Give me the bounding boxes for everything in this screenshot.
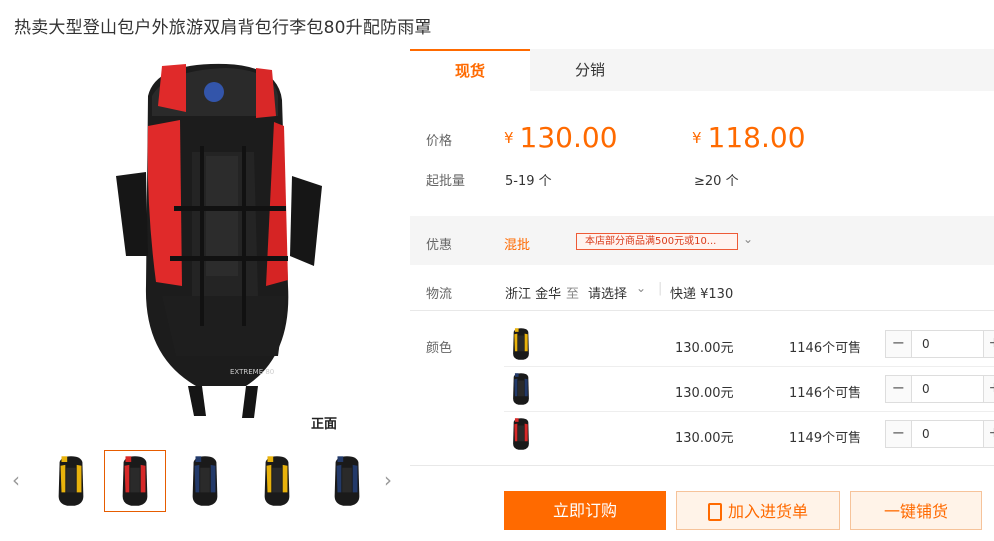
tab-spot[interactable]: 现货 [410,49,530,91]
backpack-illustration: EXTREME 80 [116,63,322,418]
shipping-fee: 快递 ¥130 [670,287,734,302]
plus-button[interactable]: + [983,421,994,447]
chevron-right-icon[interactable]: › [384,468,392,492]
price-value: 130.00 [519,121,618,154]
promo-tag[interactable]: 本店部分商品满500元或10... [576,233,738,250]
currency-symbol: ¥ [504,129,514,147]
sku-thumbnail[interactable] [508,417,534,451]
price-tier-1: ¥130.00 [504,121,618,154]
minus-button[interactable]: − [886,331,912,357]
chevron-down-icon[interactable]: ⌄ [743,232,753,246]
chevron-left-icon[interactable]: ‹ [12,468,20,492]
thumbnail-strip: ‹ › [10,448,402,514]
quantity-input[interactable] [913,421,983,447]
quantity-input[interactable] [913,376,983,402]
logistics-to: 至 [566,287,580,302]
product-title: 热卖大型登山包户外旅游双肩背包行李包80升配防雨罩 [14,18,432,38]
divider [504,411,994,412]
currency-symbol: ¥ [692,129,702,147]
divider [504,366,994,367]
tab-distribution[interactable]: 分销 [530,49,650,91]
thumbnail-navy[interactable] [174,450,236,512]
qty-tier-1: 5-19 个 [505,174,552,189]
divider [410,310,994,311]
image-caption: 正面 [311,417,338,432]
price-value: 118.00 [707,121,806,154]
plus-button[interactable]: + [983,331,994,357]
price-label: 价格 [426,134,453,149]
svg-text:EXTREME 80: EXTREME 80 [230,368,274,376]
price-tier-2: ¥118.00 [692,121,806,154]
sku-price: 130.00元 [675,386,734,401]
sku-thumbnail[interactable] [508,327,534,361]
sku-price: 130.00元 [675,341,734,356]
thumbnail-yellow[interactable] [246,450,308,512]
add-to-cart-button[interactable]: 加入进货单 [676,491,840,530]
sku-stock: 1149个可售 [789,431,862,446]
color-label: 颜色 [426,341,453,356]
logistics-origin: 浙江 金华 [505,287,562,302]
quantity-stepper: −+ [885,375,994,403]
sku-stock: 1146个可售 [789,341,862,356]
promo-label: 优惠 [426,238,453,253]
tab-bar: 现货 分销 [410,49,994,91]
add-to-cart-label: 加入进货单 [727,502,808,521]
thumbnail-navy[interactable] [316,450,378,512]
min-qty-label: 起批量 [426,174,466,189]
destination-select[interactable]: 请选择 [588,283,627,302]
chevron-down-icon[interactable]: ⌄ [636,281,646,295]
thumbnail-red[interactable] [104,450,166,512]
minus-button[interactable]: − [886,421,912,447]
quantity-stepper: −+ [885,330,994,358]
clipboard-icon [707,503,722,521]
plus-button[interactable]: + [983,376,994,402]
logistics-label: 物流 [426,287,453,302]
main-product-image[interactable]: EXTREME 80 [96,56,356,436]
sku-stock: 1146个可售 [789,386,862,401]
quantity-stepper: −+ [885,420,994,448]
divider [410,465,994,466]
thumbnail-yellow[interactable] [40,450,102,512]
minus-button[interactable]: − [886,376,912,402]
sku-thumbnail[interactable] [508,372,534,406]
qty-tier-2: ≥20 个 [694,174,739,189]
divider: | [658,281,663,296]
quantity-input[interactable] [913,331,983,357]
sku-price: 130.00元 [675,431,734,446]
buy-now-button[interactable]: 立即订购 [504,491,666,530]
promo-type: 混批 [504,238,531,253]
one-click-distribute-button[interactable]: 一键铺货 [850,491,982,530]
